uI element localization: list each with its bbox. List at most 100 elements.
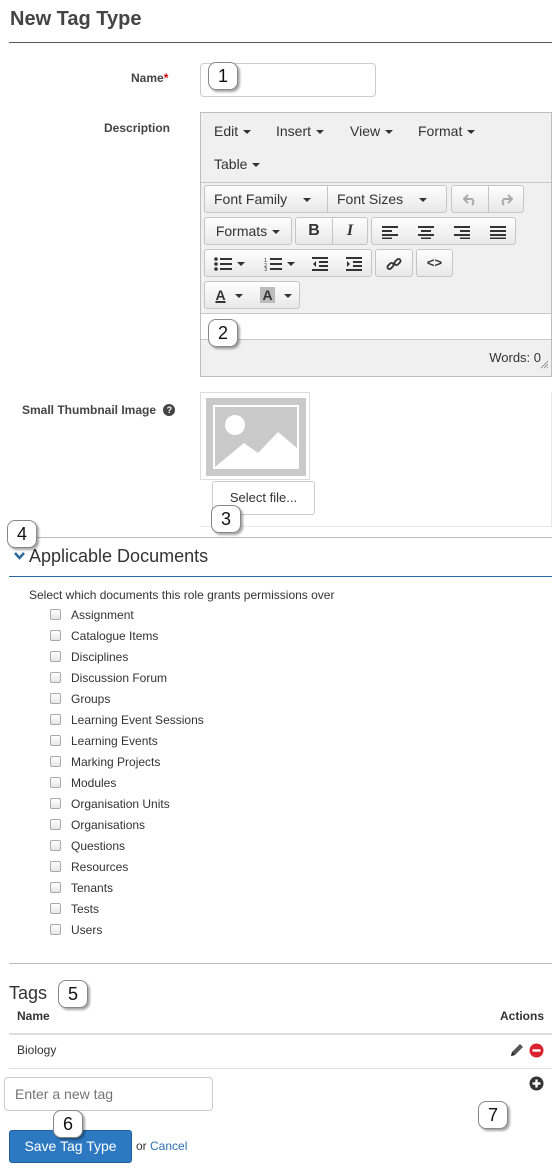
document-checkbox-item[interactable]: Discussion Forum [50, 671, 167, 685]
document-checkbox-item[interactable]: Organisations [50, 818, 145, 832]
undo-icon[interactable] [452, 186, 488, 212]
document-checkbox-item[interactable]: Learning Event Sessions [50, 713, 204, 727]
checkbox[interactable] [50, 735, 61, 746]
text-color-icon[interactable]: A [205, 282, 253, 308]
callout-5: 5 [58, 980, 88, 1008]
document-label: Resources [71, 860, 129, 874]
list-toolbar-group: 123 [204, 249, 372, 277]
bullet-list-icon[interactable] [205, 250, 253, 276]
checkbox[interactable] [50, 861, 61, 872]
remove-icon[interactable] [529, 1043, 544, 1063]
description-editor: Edit Insert View Format Table Font Famil… [200, 112, 552, 377]
document-checkbox-item[interactable]: Assignment [50, 608, 134, 622]
redo-icon[interactable] [489, 186, 523, 212]
background-color-icon[interactable]: A [253, 282, 299, 308]
table-header-rule [9, 1033, 552, 1035]
checkbox[interactable] [50, 693, 61, 704]
checkbox[interactable] [50, 882, 61, 893]
word-count: Words: 0 [489, 350, 541, 365]
history-toolbar-group [451, 185, 524, 213]
align-right-icon[interactable] [444, 218, 480, 244]
menu-insert[interactable]: Insert [276, 123, 325, 139]
checkbox[interactable] [50, 924, 61, 935]
font-sizes-select[interactable]: Font Sizes [328, 186, 446, 212]
document-label: Organisations [71, 818, 146, 832]
document-label: Marking Projects [71, 755, 161, 769]
link-icon[interactable] [376, 250, 412, 276]
document-checkbox-item[interactable]: Groups [50, 692, 110, 706]
checkbox[interactable] [50, 777, 61, 788]
color-toolbar-group: A A [204, 281, 300, 309]
document-label: Disciplines [71, 650, 129, 664]
menu-edit[interactable]: Edit [214, 123, 252, 139]
link-toolbar-group [375, 249, 413, 277]
checkbox[interactable] [50, 651, 61, 662]
document-checkbox-item[interactable]: Resources [50, 860, 128, 874]
document-checkbox-item[interactable]: Tenants [50, 881, 113, 895]
callout-1: 1 [208, 62, 238, 90]
table-row: Biology [17, 1043, 57, 1057]
align-toolbar-group [371, 217, 516, 245]
align-justify-icon[interactable] [480, 218, 515, 244]
document-checkbox-item[interactable]: Marking Projects [50, 755, 160, 769]
callout-3: 3 [211, 505, 241, 533]
page-title: New Tag Type [10, 8, 142, 30]
thumbnail-divider [9, 537, 552, 538]
checkbox[interactable] [50, 609, 61, 620]
documents-divider [9, 963, 552, 964]
indent-icon[interactable] [337, 250, 371, 276]
cancel-link[interactable]: Cancel [150, 1139, 187, 1153]
add-tag-icon[interactable] [529, 1076, 544, 1096]
numbered-list-icon[interactable]: 123 [255, 250, 303, 276]
document-checkbox-item[interactable]: Organisation Units [50, 797, 170, 811]
checkbox[interactable] [50, 840, 61, 851]
outdent-icon[interactable] [303, 250, 337, 276]
checkbox[interactable] [50, 756, 61, 767]
document-checkbox-item[interactable]: Disciplines [50, 650, 128, 664]
document-checkbox-item[interactable]: Questions [50, 839, 125, 853]
name-label: Name* [131, 71, 169, 85]
formats-select[interactable]: Formats [205, 218, 291, 244]
document-label: Learning Event Sessions [71, 713, 204, 727]
callout-2: 2 [208, 319, 238, 347]
checkbox[interactable] [50, 903, 61, 914]
document-checkbox-item[interactable]: Learning Events [50, 734, 158, 748]
documents-help-text: Select which documents this role grants … [29, 588, 335, 602]
description-label: Description [104, 121, 171, 135]
document-checkbox-item[interactable]: Catalogue Items [50, 629, 158, 643]
checkbox[interactable] [50, 819, 61, 830]
source-code-button[interactable]: <> [417, 250, 452, 276]
edit-icon[interactable] [510, 1043, 524, 1062]
document-checkbox-item[interactable]: Tests [50, 902, 99, 916]
menu-view[interactable]: View [350, 123, 394, 139]
document-label: Discussion Forum [71, 671, 168, 685]
document-label: Organisation Units [71, 797, 170, 811]
checkbox[interactable] [50, 714, 61, 725]
new-tag-input[interactable] [4, 1077, 213, 1111]
title-divider [9, 42, 552, 43]
document-checkbox-item[interactable]: Users [50, 923, 102, 937]
formats-toolbar-group: Formats [204, 217, 292, 245]
align-center-icon[interactable] [408, 218, 444, 244]
section-applicable-documents[interactable]: Applicable Documents [14, 546, 208, 567]
callout-7: 7 [478, 1101, 508, 1129]
chevron-down-icon [14, 552, 25, 560]
checkbox[interactable] [50, 672, 61, 683]
document-label: Tests [71, 902, 100, 916]
document-checkbox-item[interactable]: Modules [50, 776, 116, 790]
thumbnail-preview [200, 392, 310, 480]
checkbox[interactable] [50, 798, 61, 809]
menu-table[interactable]: Table [214, 156, 261, 172]
editor-content-area[interactable] [201, 313, 551, 340]
section-rule [9, 576, 552, 577]
help-icon[interactable]: ? [163, 404, 176, 416]
checkbox[interactable] [50, 630, 61, 641]
document-label: Groups [71, 692, 111, 706]
table-row-rule [9, 1068, 552, 1069]
font-family-select[interactable]: Font Family [205, 186, 327, 212]
bold-button[interactable]: B [296, 218, 332, 244]
align-left-icon[interactable] [372, 218, 408, 244]
resize-handle-icon[interactable] [540, 356, 549, 374]
italic-button[interactable]: I [333, 218, 367, 244]
menu-format[interactable]: Format [418, 123, 476, 139]
